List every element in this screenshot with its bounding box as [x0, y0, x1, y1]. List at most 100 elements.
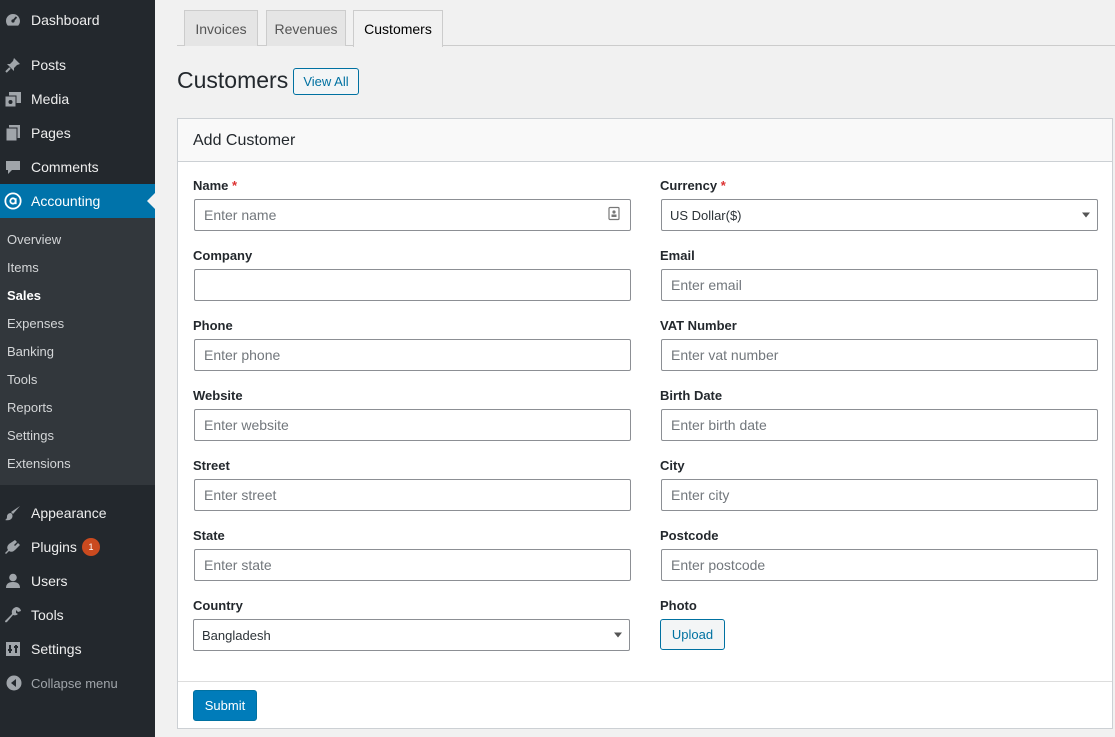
menu-posts-label: Posts [31, 57, 67, 73]
vat-placeholder: Enter vat number [671, 347, 779, 363]
collapse-icon [5, 674, 23, 692]
submenu-settings[interactable]: Settings [7, 428, 54, 443]
submenu-extensions[interactable]: Extensions [7, 456, 71, 471]
menu-comments[interactable]: Comments [0, 150, 155, 184]
add-customer-panel: Add Customer Name * Enter name Currency … [177, 118, 1113, 729]
email-label: Email [660, 248, 695, 263]
menu-media-label: Media [31, 91, 70, 107]
submenu-sales[interactable]: Sales [7, 288, 41, 303]
postcode-label: Postcode [660, 528, 719, 543]
name-input[interactable]: Enter name [194, 199, 631, 231]
collapse-menu-label: Collapse menu [31, 675, 118, 691]
plugins-update-badge: 1 [82, 538, 100, 556]
email-input[interactable]: Enter email [661, 269, 1098, 301]
required-mark: * [232, 178, 238, 193]
postcode-input[interactable]: Enter postcode [661, 549, 1098, 581]
wrench-icon [4, 606, 22, 624]
birth-date-input[interactable]: Enter birth date [661, 409, 1098, 441]
footer-divider [178, 681, 1112, 682]
birth-date-label: Birth Date [660, 388, 723, 403]
city-input[interactable]: Enter city [661, 479, 1098, 511]
dashboard-icon [4, 11, 22, 29]
submenu-tools[interactable]: Tools [7, 372, 37, 387]
company-label: Company [193, 248, 253, 263]
menu-media[interactable]: Media [0, 82, 155, 116]
view-all-button[interactable]: View All [293, 68, 359, 95]
submenu-reports[interactable]: Reports [7, 400, 53, 415]
menu-users[interactable]: Users [0, 564, 155, 598]
menu-pages-label: Pages [31, 125, 71, 141]
menu-dashboard[interactable]: Dashboard [0, 3, 155, 37]
chevron-down-icon [1082, 212, 1090, 218]
menu-dashboard-label: Dashboard [31, 12, 100, 28]
phone-label: Phone [193, 318, 233, 333]
chevron-down-icon [614, 632, 622, 638]
required-mark: * [720, 178, 726, 193]
pages-icon [4, 124, 22, 142]
postcode-placeholder: Enter postcode [671, 557, 766, 573]
menu-posts[interactable]: Posts [0, 48, 155, 82]
menu-appearance[interactable]: Appearance [0, 496, 155, 530]
city-placeholder: Enter city [671, 487, 730, 503]
contact-card-icon [608, 206, 620, 224]
menu-accounting-label: Accounting [31, 193, 101, 209]
menu-appearance-label: Appearance [31, 505, 107, 521]
street-input[interactable]: Enter street [194, 479, 631, 511]
submenu-banking[interactable]: Banking [7, 344, 54, 359]
state-input[interactable]: Enter state [194, 549, 631, 581]
website-input[interactable]: Enter website [194, 409, 631, 441]
submenu-items[interactable]: Items [7, 260, 39, 275]
panel-title: Add Customer [193, 132, 296, 149]
phone-input[interactable]: Enter phone [194, 339, 631, 371]
birth-date-placeholder: Enter birth date [671, 417, 767, 433]
menu-accounting[interactable]: Accounting [0, 184, 155, 218]
menu-plugins[interactable]: Plugins 1 [0, 530, 155, 564]
menu-pages[interactable]: Pages [0, 116, 155, 150]
accounting-submenu: Overview Items Sales Expenses Banking To… [0, 218, 155, 485]
currency-select[interactable]: US Dollar($) [661, 199, 1098, 231]
plugin-icon [4, 538, 22, 556]
admin-sidebar: Dashboard Posts Media Pages Comments Acc… [0, 0, 155, 737]
email-placeholder: Enter email [671, 277, 742, 293]
page-title: Customers [177, 67, 289, 93]
media-icon [4, 90, 22, 108]
vat-label: VAT Number [660, 318, 737, 333]
company-input[interactable] [194, 269, 631, 301]
vat-input[interactable]: Enter vat number [661, 339, 1098, 371]
accounting-icon [4, 192, 22, 210]
state-placeholder: Enter state [204, 557, 272, 573]
name-placeholder: Enter name [204, 207, 277, 223]
tab-customers[interactable]: Customers [353, 10, 443, 47]
website-placeholder: Enter website [204, 417, 289, 433]
menu-users-label: Users [31, 573, 68, 589]
city-label: City [660, 458, 685, 473]
phone-placeholder: Enter phone [204, 347, 281, 363]
collapse-menu-button[interactable]: Collapse menu [0, 666, 155, 700]
pin-icon [4, 56, 22, 74]
menu-comments-label: Comments [31, 159, 99, 175]
panel-header: Add Customer [178, 119, 1112, 162]
street-label: Street [193, 458, 230, 473]
tab-revenues[interactable]: Revenues [266, 10, 346, 46]
submit-button[interactable]: Submit [193, 690, 257, 721]
tab-invoices[interactable]: Invoices [184, 10, 258, 46]
brush-icon [4, 504, 22, 522]
comment-icon [4, 158, 22, 176]
currency-value: US Dollar($) [670, 207, 742, 223]
country-select[interactable]: Bangladesh [193, 619, 630, 651]
submenu-overview[interactable]: Overview [7, 232, 61, 247]
menu-plugins-label: Plugins [31, 539, 77, 555]
menu-tools-label: Tools [31, 607, 64, 623]
upload-photo-button[interactable]: Upload [660, 619, 725, 650]
website-label: Website [193, 388, 243, 403]
settings-icon [4, 640, 22, 658]
menu-tools[interactable]: Tools [0, 598, 155, 632]
name-label: Name * [193, 178, 238, 193]
menu-settings-label: Settings [31, 641, 82, 657]
country-label: Country [193, 598, 243, 613]
menu-settings[interactable]: Settings [0, 632, 155, 666]
country-value: Bangladesh [202, 627, 271, 643]
state-label: State [193, 528, 225, 543]
submenu-expenses[interactable]: Expenses [7, 316, 64, 331]
photo-label: Photo [660, 598, 697, 613]
